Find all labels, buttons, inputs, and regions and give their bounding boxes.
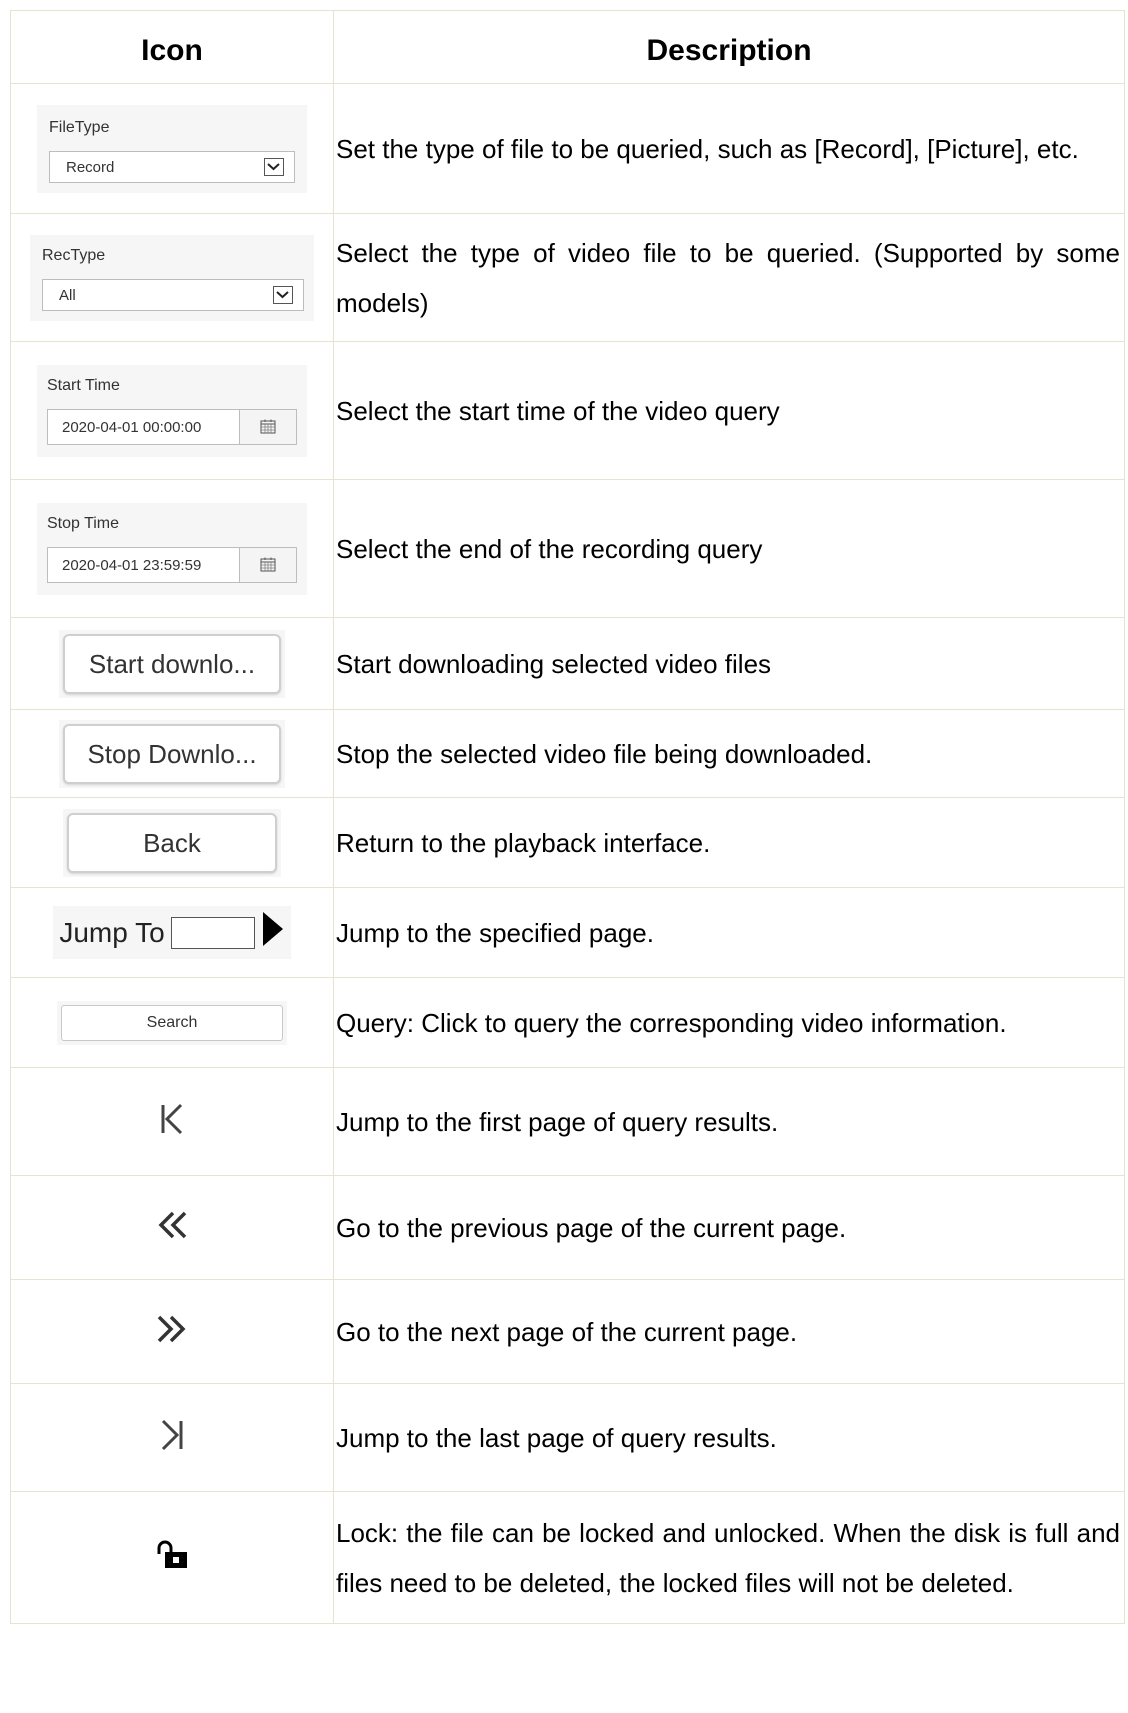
start-download-button[interactable]: Start downlo...: [63, 633, 281, 694]
rectype-label: RecType: [42, 246, 106, 264]
stop-download-wrapper: Stop Downlo...: [59, 719, 285, 788]
back-button[interactable]: Back: [67, 812, 277, 873]
first-page-icon[interactable]: [157, 1102, 187, 1141]
table-row: RecType All Select the type of video fil…: [10, 213, 1125, 342]
icon-cell: [10, 1279, 334, 1384]
table-row: Stop Downlo... Stop the selected video f…: [10, 709, 1125, 798]
stop-time-label: Stop Time: [47, 514, 120, 532]
table-row: Go to the previous page of the current p…: [10, 1175, 1125, 1280]
table-row: FileType Record Set the type of file to …: [10, 83, 1125, 214]
jump-to-label: Jump To: [59, 916, 165, 948]
description-cell: Set the type of file to be queried, such…: [333, 83, 1125, 214]
table-header-row: Icon Description: [10, 10, 1125, 84]
icon-cell: Jump To: [10, 887, 334, 978]
icon-cell: Start Time 2020-04-01 00:00:00: [10, 341, 334, 480]
stop-time-widget: Stop Time 2020-04-01 23:59:59: [37, 502, 307, 595]
last-page-icon[interactable]: [157, 1418, 187, 1457]
description-cell: Select the type of video file to be quer…: [333, 213, 1125, 342]
table-row: Lock: the file can be locked and unlocke…: [10, 1491, 1125, 1624]
description-cell: Select the start time of the video query: [333, 341, 1125, 480]
description-cell: Query: Click to query the corresponding …: [333, 977, 1125, 1068]
table-row: Go to the next page of the current page.: [10, 1279, 1125, 1384]
description-column-header: Description: [333, 10, 1125, 84]
table-row: Jump to the last page of query results.: [10, 1383, 1125, 1492]
filetype-select[interactable]: Record: [49, 150, 295, 183]
search-wrapper: Search: [57, 1000, 287, 1045]
description-cell: Stop the selected video file being downl…: [333, 709, 1125, 798]
start-time-field[interactable]: 2020-04-01 00:00:00: [47, 408, 297, 445]
table-row: Jump To Jump to the specified page.: [10, 887, 1125, 978]
filetype-widget: FileType Record: [37, 104, 307, 193]
chevron-down-icon: [264, 157, 284, 176]
page-number-input[interactable]: [170, 916, 255, 949]
filetype-label: FileType: [49, 118, 110, 136]
icon-cell: [10, 1067, 334, 1176]
chevron-down-icon: [273, 285, 293, 304]
icon-cell: [10, 1175, 334, 1280]
icon-cell: Start downlo...: [10, 617, 334, 710]
calendar-icon[interactable]: [239, 408, 297, 445]
icon-cell: [10, 1383, 334, 1492]
icon-cell: Stop Time 2020-04-01 23:59:59: [10, 479, 334, 618]
jump-to-control: Jump To: [53, 906, 291, 959]
table-row: Start downlo... Start downloading select…: [10, 617, 1125, 710]
icon-cell: Stop Downlo...: [10, 709, 334, 798]
table-row: Search Query: Click to query the corresp…: [10, 977, 1125, 1068]
back-wrapper: Back: [63, 808, 281, 877]
stop-time-value: 2020-04-01 23:59:59: [47, 546, 239, 583]
search-button[interactable]: Search: [61, 1004, 283, 1041]
icon-cell: FileType Record: [10, 83, 334, 214]
calendar-icon[interactable]: [239, 546, 297, 583]
lock-icon[interactable]: [155, 1540, 189, 1575]
play-arrow-icon[interactable]: [261, 910, 285, 955]
table-row: Start Time 2020-04-01 00:00:00 Select th…: [10, 341, 1125, 480]
table-row: Jump to the first page of query results.: [10, 1067, 1125, 1176]
start-time-widget: Start Time 2020-04-01 00:00:00: [37, 364, 307, 457]
start-time-value: 2020-04-01 00:00:00: [47, 408, 239, 445]
next-page-icon[interactable]: [155, 1313, 189, 1350]
stop-download-button[interactable]: Stop Downlo...: [63, 723, 281, 784]
filetype-value: Record: [66, 158, 115, 176]
description-cell: Go to the previous page of the current p…: [333, 1175, 1125, 1280]
rectype-select[interactable]: All: [42, 278, 304, 311]
table-row: Stop Time 2020-04-01 23:59:59 Select the…: [10, 479, 1125, 618]
start-time-label: Start Time: [47, 376, 120, 394]
icon-cell: [10, 1491, 334, 1624]
icon-cell: Search: [10, 977, 334, 1068]
table-row: Back Return to the playback interface.: [10, 797, 1125, 888]
description-cell: Go to the next page of the current page.: [333, 1279, 1125, 1384]
icon-column-header: Icon: [10, 10, 334, 84]
rectype-value: All: [59, 286, 76, 304]
icon-cell: Back: [10, 797, 334, 888]
rectype-widget: RecType All: [30, 234, 314, 321]
description-cell: Jump to the specified page.: [333, 887, 1125, 978]
icon-cell: RecType All: [10, 213, 334, 342]
description-cell: Lock: the file can be locked and unlocke…: [333, 1491, 1125, 1624]
description-cell: Select the end of the recording query: [333, 479, 1125, 618]
description-cell: Start downloading selected video files: [333, 617, 1125, 710]
description-cell: Jump to the last page of query results.: [333, 1383, 1125, 1492]
description-cell: Jump to the first page of query results.: [333, 1067, 1125, 1176]
start-download-wrapper: Start downlo...: [59, 629, 285, 698]
stop-time-field[interactable]: 2020-04-01 23:59:59: [47, 546, 297, 583]
icon-description-table: Icon Description FileType Record Set the…: [10, 10, 1125, 1624]
previous-page-icon[interactable]: [155, 1209, 189, 1246]
description-cell: Return to the playback interface.: [333, 797, 1125, 888]
